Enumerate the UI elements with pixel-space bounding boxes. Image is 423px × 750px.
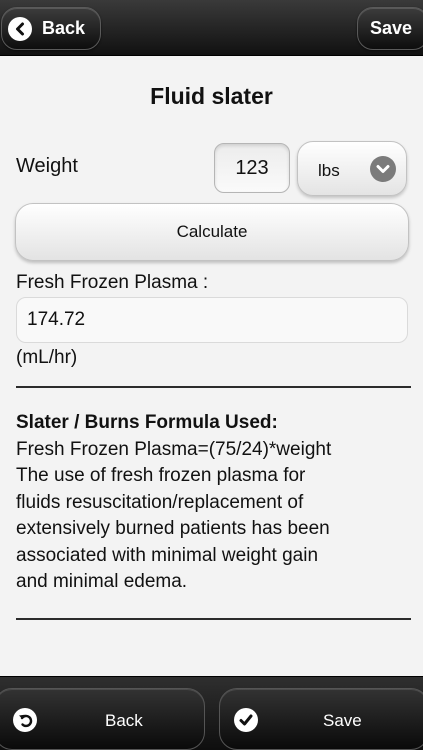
divider xyxy=(16,618,411,620)
undo-arrow-icon xyxy=(13,708,37,732)
formula-info: Slater / Burns Formula Used: Fresh Froze… xyxy=(16,410,414,596)
toolbar-back-button[interactable]: Back xyxy=(0,688,205,750)
checkmark-icon xyxy=(234,708,258,732)
calculate-button[interactable]: Calculate xyxy=(15,203,409,261)
formula-heading: Slater / Burns Formula Used: xyxy=(16,412,278,433)
info-line: and minimal edema. xyxy=(16,571,188,592)
header-back-label: Back xyxy=(42,18,86,38)
result-unit: (mL/hr) xyxy=(16,347,78,368)
back-arrow-icon xyxy=(8,16,32,41)
weight-label: Weight xyxy=(16,155,78,177)
top-navigation-bar: Back Save xyxy=(0,0,423,56)
info-line: extensively burned patients has been xyxy=(16,518,330,539)
result-label: Fresh Frozen Plasma : xyxy=(16,272,209,293)
result-field: 174.72 xyxy=(16,297,408,343)
unit-selected-value: lbs xyxy=(318,161,340,180)
toolbar-save-label: Save xyxy=(323,711,362,730)
formula-text: Fresh Frozen Plasma=(75/24)*weight xyxy=(16,438,332,460)
toolbar-back-label: Back xyxy=(105,711,143,730)
info-line: associated with minimal weight gain xyxy=(16,544,319,566)
result-value: 174.72 xyxy=(27,309,86,330)
calculate-label: Calculate xyxy=(176,222,248,241)
info-line: The use of fresh frozen plasma for xyxy=(16,465,306,486)
header-save-label: Save xyxy=(369,18,413,38)
weight-input[interactable] xyxy=(214,143,290,193)
chevron-down-icon xyxy=(370,156,396,182)
bottom-toolbar: Back Save xyxy=(0,676,423,750)
info-line: fluids resuscitation/replacement of xyxy=(16,491,304,513)
page-title: Fluid slater xyxy=(150,83,273,109)
divider xyxy=(16,386,411,388)
unit-select[interactable]: lbs xyxy=(297,141,407,196)
header-save-button[interactable]: Save xyxy=(357,7,423,50)
toolbar-save-button[interactable]: Save xyxy=(219,688,423,750)
header-back-button[interactable]: Back xyxy=(1,7,101,50)
